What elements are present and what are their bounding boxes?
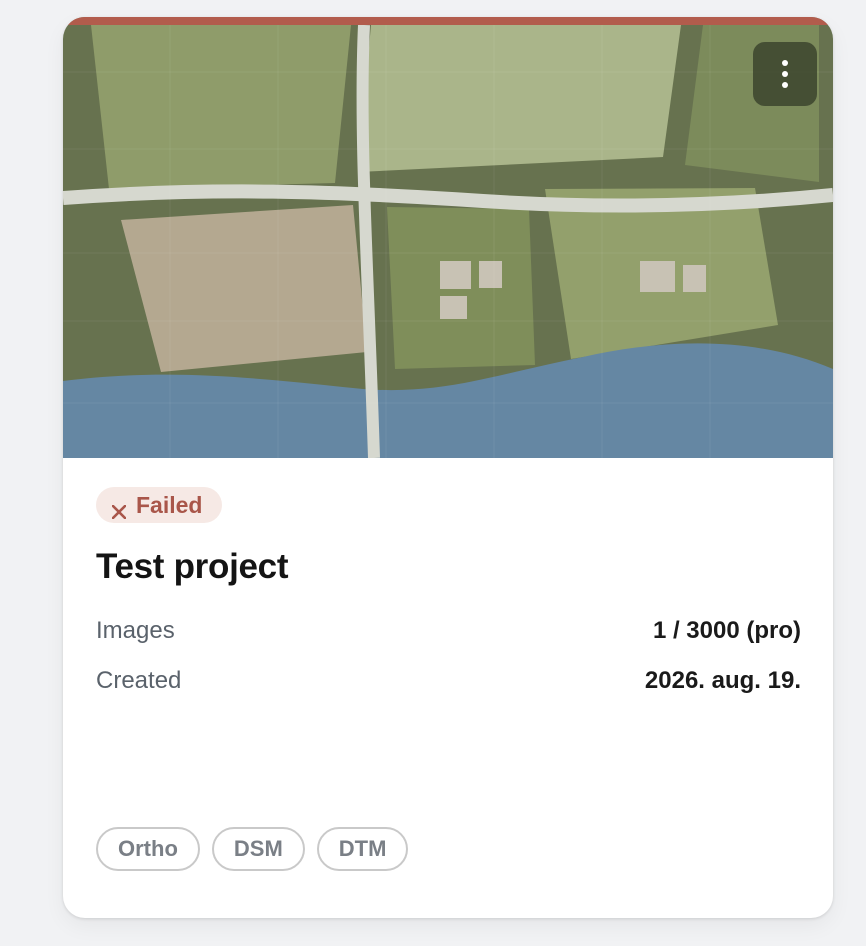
meta-label: Images: [96, 617, 175, 644]
tag-dsm: DSM: [211, 827, 305, 871]
status-badge: Failed: [96, 487, 223, 523]
status-label: Failed: [136, 491, 203, 518]
meta-label: Created: [96, 667, 182, 694]
project-card[interactable]: Failed Test project Images 1 / 3000 (pro…: [63, 17, 833, 918]
product-tags: Ortho DSM DTM: [96, 827, 409, 871]
project-thumbnail: [63, 17, 833, 458]
meta-row-created: Created 2026. aug. 19.: [96, 667, 801, 695]
status-stripe: [63, 17, 833, 25]
x-icon: [111, 498, 127, 520]
more-options-button[interactable]: [753, 42, 817, 106]
tag-dtm: DTM: [316, 827, 409, 871]
meta-row-images: Images 1 / 3000 (pro): [96, 617, 801, 645]
meta-value: 2026. aug. 19.: [644, 667, 801, 694]
project-title: Test project: [96, 547, 289, 586]
tag-ortho: Ortho: [96, 827, 200, 871]
meta-value: 1 / 3000 (pro): [652, 617, 801, 644]
